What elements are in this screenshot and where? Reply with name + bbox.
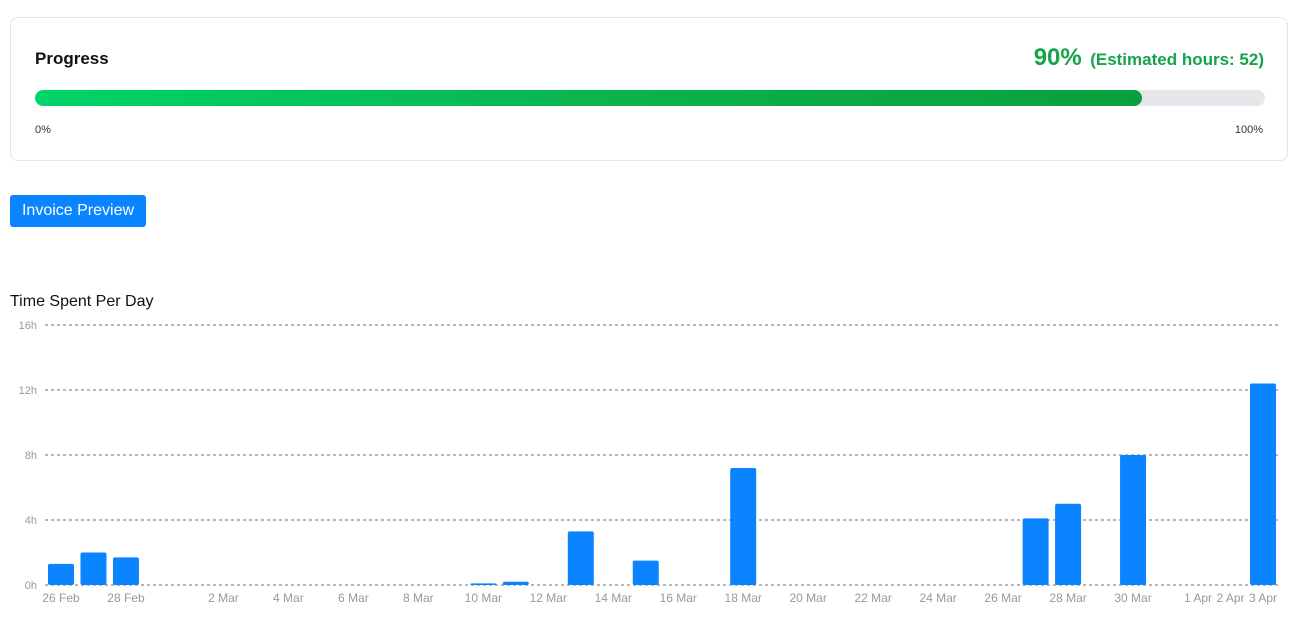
x-tick-label: 20 Mar	[790, 591, 827, 605]
x-tick-label: 30 Mar	[1114, 591, 1151, 605]
x-tick-label: 12 Mar	[530, 591, 567, 605]
bar	[632, 560, 659, 585]
x-tick-label: 18 Mar	[725, 591, 762, 605]
bar	[1250, 383, 1276, 585]
x-tick-label: 28 Mar	[1049, 591, 1086, 605]
bar	[1055, 503, 1082, 585]
bar	[1022, 518, 1049, 585]
x-tick-label: 26 Mar	[984, 591, 1021, 605]
time-per-day-chart: 0h 4h 8h 12h 16h 26 Feb 28 Feb 2 Mar 4 Mar 6 Mar 8…	[19, 320, 1278, 605]
x-tick-label: 22 Mar	[854, 591, 891, 605]
x-tick-label: 10 Mar	[465, 591, 502, 605]
x-tick-label: 2 Mar	[208, 591, 239, 605]
x-tick-label: 26 Feb	[42, 591, 80, 605]
y-tick-label: 4h	[25, 515, 37, 527]
x-tick-label: 1 Apr	[1184, 591, 1212, 605]
bar	[502, 581, 529, 585]
x-tick-label: 2 Apr	[1216, 591, 1244, 605]
bar	[730, 468, 757, 585]
bar	[112, 557, 139, 585]
x-tick-label: 14 Mar	[595, 591, 632, 605]
y-tick-label: 8h	[25, 450, 37, 462]
bar	[80, 552, 107, 585]
y-tick-label: 16h	[19, 320, 37, 332]
bar	[567, 531, 594, 585]
bar	[48, 563, 74, 585]
y-tick-label: 12h	[19, 385, 37, 397]
bar	[1120, 455, 1147, 585]
x-tick-label: 24 Mar	[919, 591, 956, 605]
y-tick-label: 0h	[25, 580, 37, 592]
x-tick-label: 3 Apr	[1249, 591, 1277, 605]
bar	[470, 583, 497, 585]
x-tick-label: 4 Mar	[273, 591, 304, 605]
x-tick-label: 16 Mar	[660, 591, 697, 605]
x-tick-label: 6 Mar	[338, 591, 369, 605]
x-tick-label: 28 Feb	[107, 591, 145, 605]
x-tick-label: 8 Mar	[403, 591, 434, 605]
